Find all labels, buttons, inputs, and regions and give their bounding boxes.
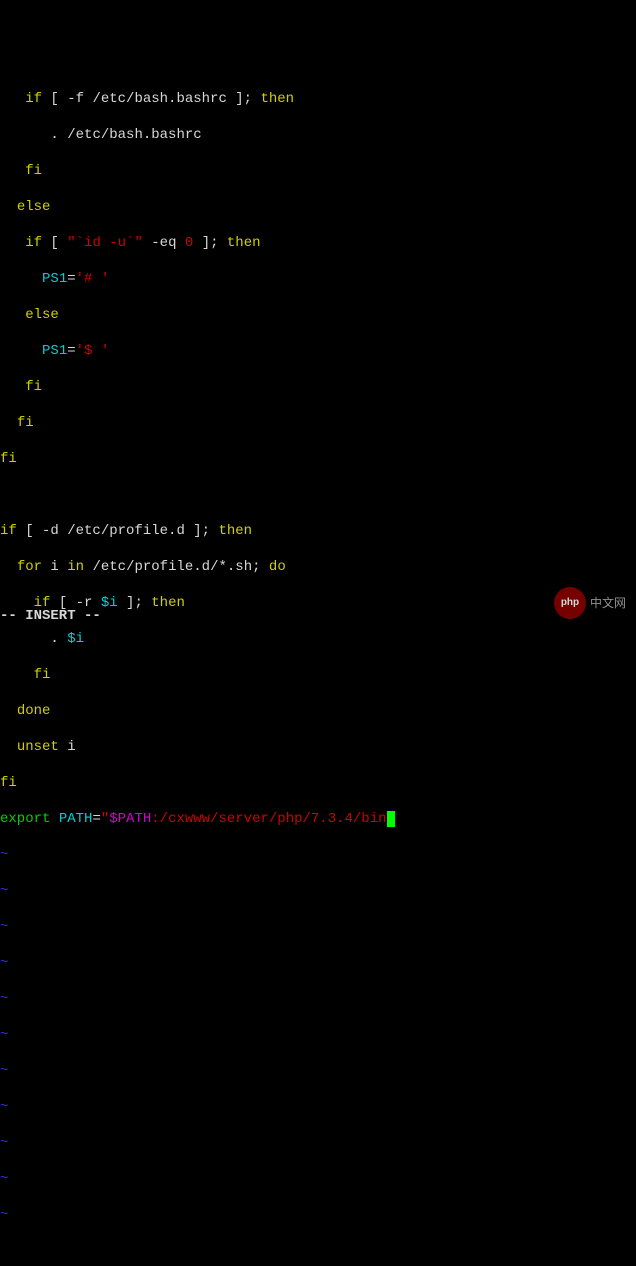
blank-line — [0, 486, 636, 504]
code-line: else — [0, 306, 636, 324]
code-line: PS1='$ ' — [0, 342, 636, 360]
code-line-export: export PATH="$PATH:/cxwww/server/php/7.3… — [0, 810, 636, 828]
empty-line-tilde: ~ — [0, 990, 636, 1008]
code-line: if [ "`id -u`" -eq 0 ]; then — [0, 234, 636, 252]
code-line: if [ -f /etc/bash.bashrc ]; then — [0, 90, 636, 108]
empty-line-tilde: ~ — [0, 1062, 636, 1080]
code-line: if [ -d /etc/profile.d ]; then — [0, 522, 636, 540]
empty-line-tilde: ~ — [0, 1206, 636, 1224]
empty-line-tilde: ~ — [0, 954, 636, 972]
watermark-text: 中文网 — [590, 594, 626, 612]
code-line: fi — [0, 666, 636, 684]
empty-line-tilde: ~ — [0, 1026, 636, 1044]
terminal-editor[interactable]: if [ -f /etc/bash.bashrc ]; then . /etc/… — [0, 72, 636, 1242]
code-line: fi — [0, 378, 636, 396]
code-line: else — [0, 198, 636, 216]
vim-mode-status: -- INSERT -- — [0, 607, 101, 625]
cursor — [387, 811, 395, 827]
code-line: fi — [0, 450, 636, 468]
code-line: fi — [0, 774, 636, 792]
code-line: PS1='# ' — [0, 270, 636, 288]
empty-line-tilde: ~ — [0, 882, 636, 900]
code-line: fi — [0, 414, 636, 432]
empty-line-tilde: ~ — [0, 1170, 636, 1188]
empty-line-tilde: ~ — [0, 1098, 636, 1116]
empty-line-tilde: ~ — [0, 918, 636, 936]
code-line: unset i — [0, 738, 636, 756]
empty-line-tilde: ~ — [0, 846, 636, 864]
code-line: . /etc/bash.bashrc — [0, 126, 636, 144]
code-line: done — [0, 702, 636, 720]
watermark-badge: php — [554, 587, 586, 619]
code-line: for i in /etc/profile.d/*.sh; do — [0, 558, 636, 576]
empty-line-tilde: ~ — [0, 1134, 636, 1152]
watermark: php 中文网 — [554, 587, 626, 619]
code-line: fi — [0, 162, 636, 180]
